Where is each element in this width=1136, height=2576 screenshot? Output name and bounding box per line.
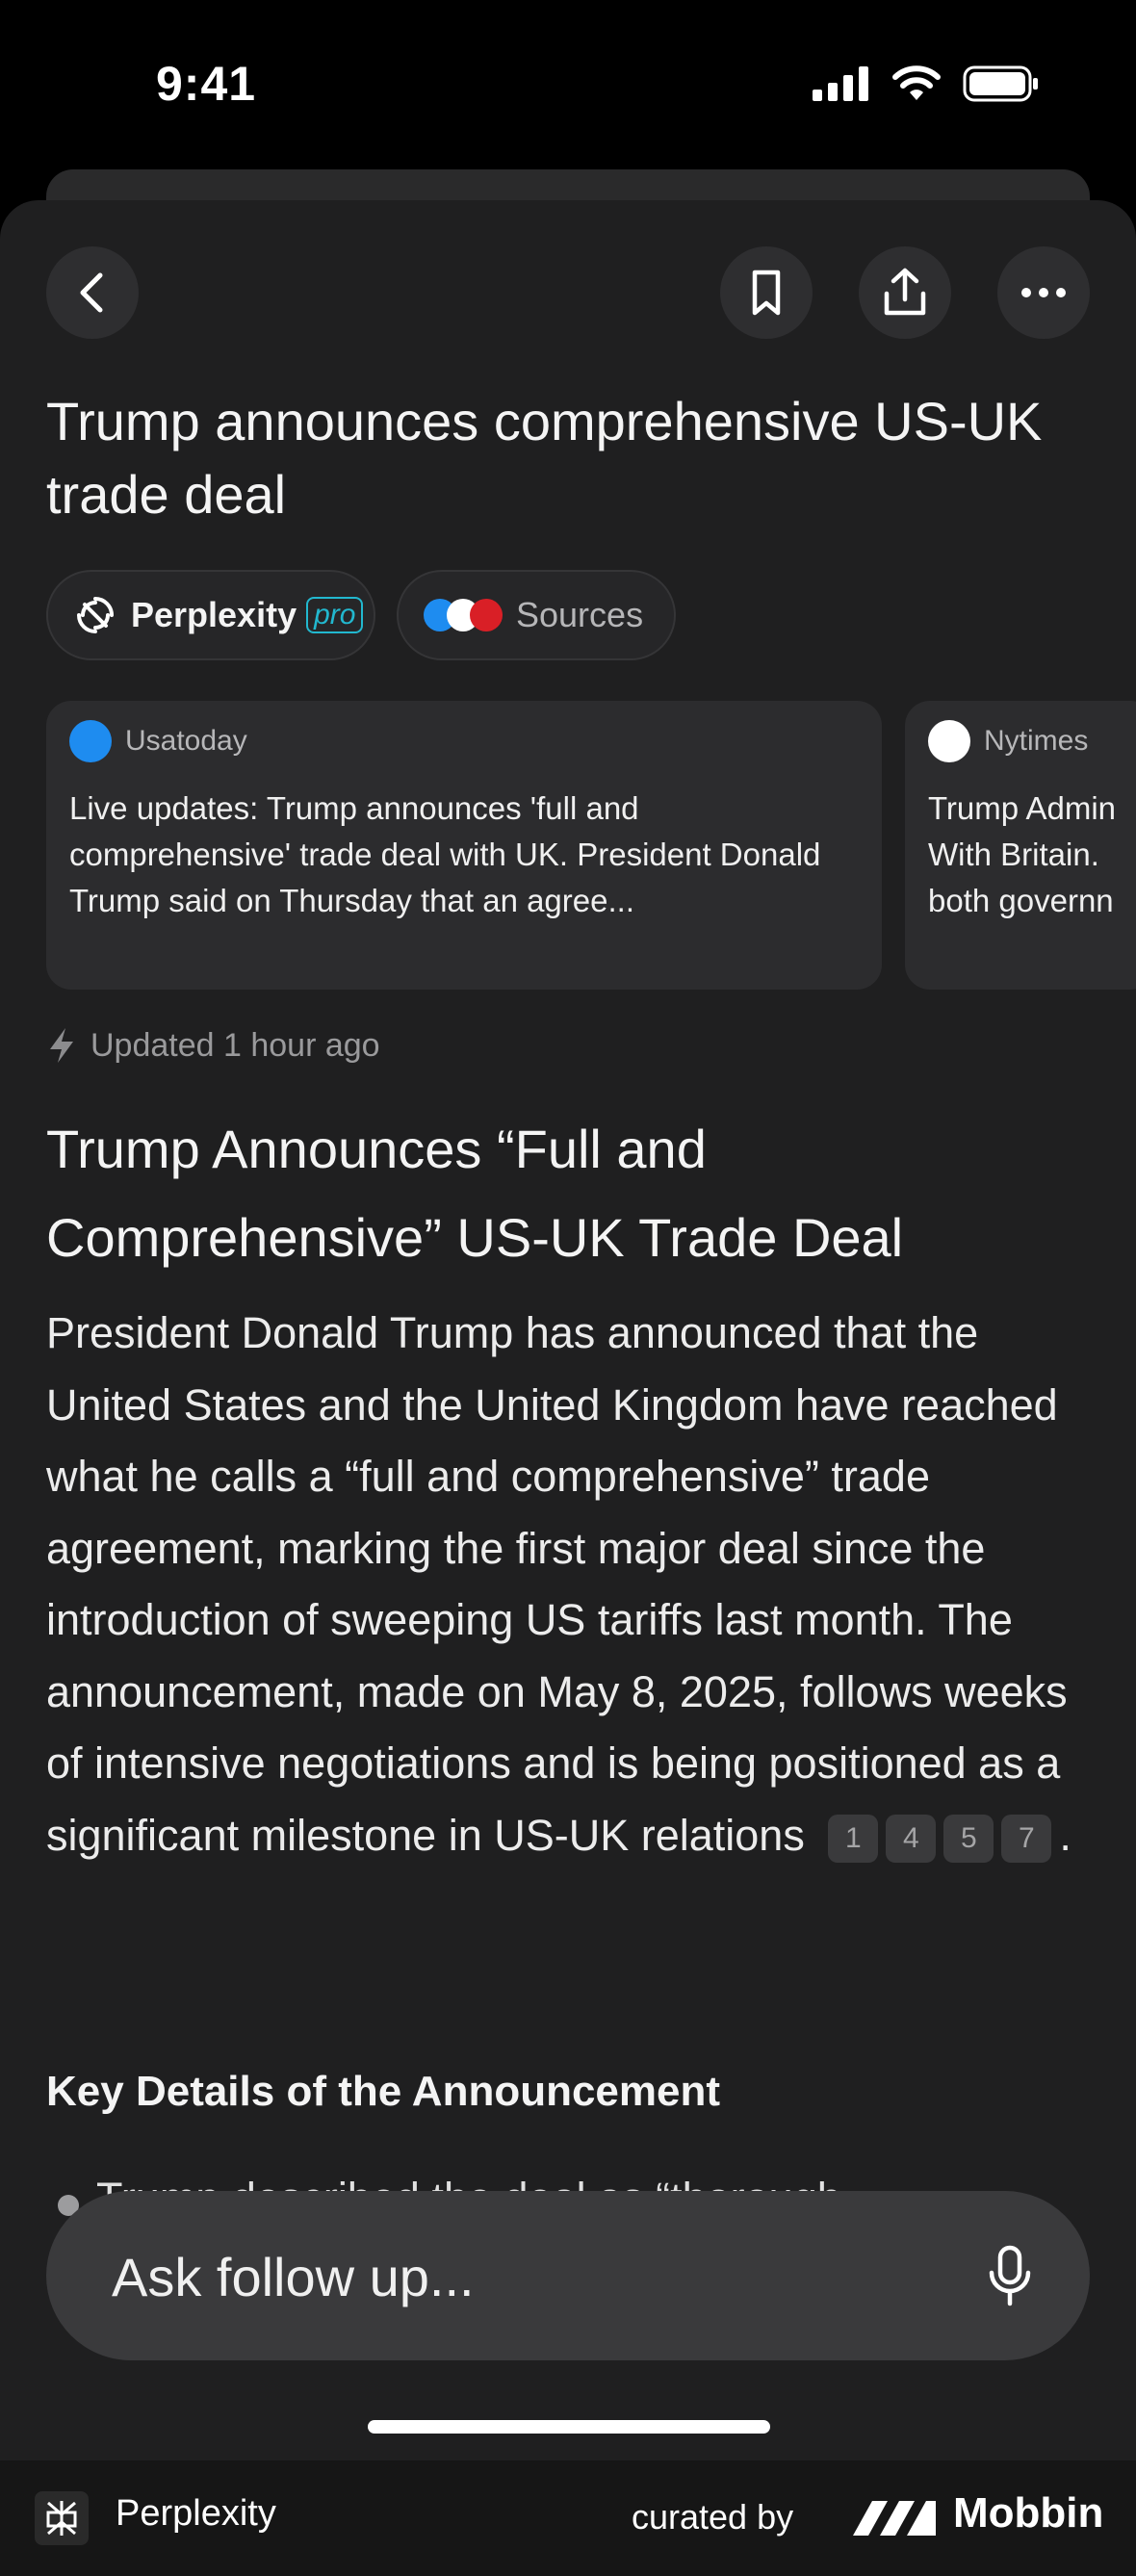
article-heading: Trump Announces “Full and Comprehensive”… [46, 1119, 904, 1268]
source-card-text: Live updates: Trump announces 'full and … [69, 790, 821, 918]
footer-bar: Perplexity curated by Mobbin [0, 2460, 1136, 2576]
source-card-header: Usatoday [69, 720, 247, 762]
microphone-icon[interactable] [986, 2244, 1034, 2307]
cellular-signal-icon [813, 66, 868, 101]
citation-4[interactable]: 4 [886, 1814, 937, 1863]
lightning-icon [50, 1028, 73, 1063]
more-button[interactable] [997, 246, 1090, 339]
curated-by-text: curated by [632, 2497, 794, 2537]
mobbin-logo-icon [853, 2501, 936, 2536]
pro-badge: pro [306, 597, 364, 633]
article-sheet: Trump announces comprehensive US-UK trad… [0, 200, 1136, 2460]
perplexity-logo-icon [77, 597, 114, 633]
perplexity-pro-pill[interactable]: Perplexity pro [46, 570, 375, 660]
source-card-header: Nytimes [928, 720, 1088, 762]
nytimes-logo-icon [928, 720, 970, 762]
source-logos [424, 599, 503, 631]
article-body: President Donald Trump has announced tha… [46, 1298, 1096, 1871]
source-card-text: Trump Admin With Britain. both governn [928, 790, 1117, 918]
share-button[interactable] [859, 246, 951, 339]
ask-follow-up-bar[interactable] [46, 2191, 1090, 2362]
more-dots-icon [1021, 288, 1066, 297]
source-card-source: Usatoday [125, 725, 247, 757]
source-card[interactable]: Usatoday Live updates: Trump announces '… [46, 701, 882, 990]
battery-icon [963, 65, 1038, 102]
perplexity-logo-icon [35, 2491, 89, 2545]
chevron-left-icon [80, 272, 103, 313]
citation-5[interactable]: 5 [943, 1814, 994, 1863]
ask-follow-up-input[interactable] [110, 2191, 961, 2362]
sources-pill[interactable]: Sources [397, 570, 676, 660]
source-card-source: Nytimes [984, 725, 1089, 757]
article-title: Trump announces comprehensive US-UK trad… [46, 391, 1043, 525]
source-card[interactable]: Nytimes Trump Admin With Britain. both g… [905, 701, 1136, 990]
perplexity-pill-label: Perplexity [131, 595, 297, 634]
citation-7[interactable]: 7 [1001, 1814, 1052, 1863]
sources-pill-label: Sources [516, 595, 644, 634]
article-body-text: President Donald Trump has announced tha… [46, 1308, 1068, 1860]
status-bar: 9:41 [0, 0, 1136, 164]
bookmark-icon [752, 270, 781, 316]
back-button[interactable] [46, 246, 139, 339]
updated-text: Updated 1 hour ago [90, 1026, 380, 1064]
bookmark-button[interactable] [720, 246, 813, 339]
usatoday-logo-icon [69, 720, 112, 762]
wifi-icon [892, 65, 941, 100]
cnn-logo-icon [470, 599, 503, 631]
updated-indicator: Updated 1 hour ago [46, 1026, 380, 1065]
status-time: 9:41 [156, 57, 257, 111]
mobbin-wordmark: Mobbin [953, 2489, 1104, 2537]
share-icon [884, 268, 926, 316]
home-indicator [368, 2420, 770, 2434]
section-title: Key Details of the Announcement [46, 2068, 721, 2115]
status-icons [813, 65, 1040, 102]
footer-brand: Perplexity [116, 2493, 276, 2534]
citation-1[interactable]: 1 [828, 1814, 879, 1863]
